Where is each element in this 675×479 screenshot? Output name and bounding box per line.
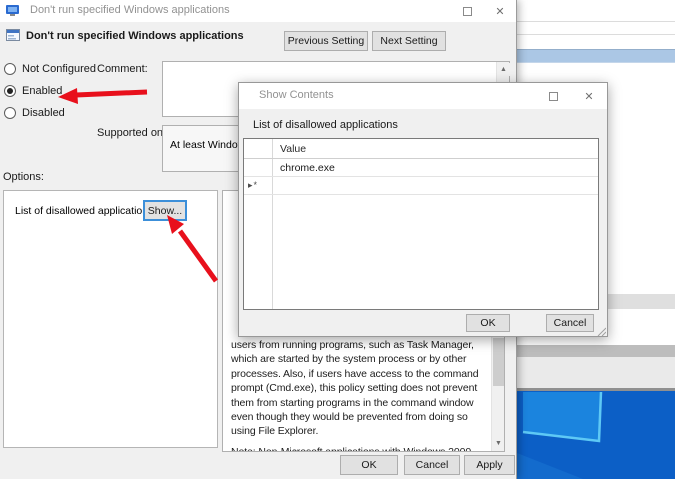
help-paragraph: users from running programs, such as Tas…	[231, 339, 479, 438]
show-contents-cancel-button[interactable]: Cancel	[546, 314, 594, 332]
show-contents-ok-button[interactable]: OK	[466, 314, 510, 332]
radio-not-configured[interactable]: Not Configured	[4, 62, 96, 75]
radio-enabled-circle[interactable]	[4, 84, 16, 97]
supported-on-label: Supported on:	[97, 127, 167, 139]
table-new-row[interactable]: ▸*	[244, 177, 598, 195]
maximize-icon[interactable]	[537, 85, 569, 107]
main-window-title: Don't run specified Windows applications	[30, 4, 230, 16]
show-contents-titlebar[interactable]: Show Contents ✕	[239, 83, 607, 109]
value-column-header[interactable]: Value	[244, 139, 306, 159]
radio-not-configured-label: Not Configured	[22, 62, 96, 75]
bg-row-divider	[517, 21, 675, 22]
disallowed-list-label: List of disallowed applications	[15, 205, 154, 217]
new-row-icon: ▸*	[248, 180, 259, 190]
show-button[interactable]: Show...	[143, 200, 187, 221]
next-setting-button[interactable]: Next Setting	[372, 31, 446, 51]
bg-highlight-band	[601, 294, 675, 309]
radio-disabled[interactable]: Disabled	[4, 106, 65, 119]
screenshot-root: ents 00 ng launched from d welcome scree…	[0, 0, 675, 479]
app-icon	[6, 5, 19, 17]
desktop-light-beam	[517, 391, 603, 479]
close-icon[interactable]: ✕	[484, 0, 516, 22]
main-titlebar[interactable]: Don't run specified Windows applications…	[0, 0, 516, 22]
show-contents-list-label: List of disallowed applications	[253, 119, 398, 131]
ok-button[interactable]: OK	[340, 455, 398, 475]
policy-setting-name: Don't run specified Windows applications	[26, 30, 244, 42]
apply-button[interactable]: Apply	[464, 455, 515, 475]
resize-grip-icon[interactable]	[596, 326, 606, 336]
options-label: Options:	[3, 171, 44, 183]
cancel-button[interactable]: Cancel	[404, 455, 460, 475]
scroll-down-icon[interactable]: ▼	[492, 437, 504, 450]
close-icon[interactable]: ✕	[573, 85, 605, 107]
previous-setting-button[interactable]: Previous Setting	[284, 31, 368, 51]
table-header-row: Value	[244, 139, 598, 159]
comment-label: Comment:	[97, 63, 148, 75]
disallowed-apps-table[interactable]: Value chrome.exe ▸*	[243, 138, 599, 310]
radio-disabled-circle[interactable]	[4, 106, 16, 119]
help-text: users from running programs, such as Tas…	[231, 338, 483, 452]
radio-disabled-label: Disabled	[22, 106, 65, 119]
policy-setting-icon	[6, 29, 20, 41]
scroll-up-icon[interactable]: ▲	[497, 63, 510, 76]
bg-window-band-light	[517, 357, 675, 388]
desktop-wallpaper	[517, 391, 675, 479]
help-paragraph-note: Note: Non-Microsoft applications with Wi…	[231, 445, 472, 452]
help-scrollbar-thumb[interactable]	[493, 338, 504, 386]
bg-row-divider	[517, 34, 675, 35]
radio-enabled[interactable]: Enabled	[4, 84, 62, 97]
radio-not-configured-circle[interactable]	[4, 62, 16, 75]
table-cell-value[interactable]: chrome.exe	[244, 159, 335, 177]
maximize-icon[interactable]	[451, 0, 483, 22]
bg-window-band-dark	[517, 345, 675, 357]
table-row[interactable]: chrome.exe	[244, 159, 598, 177]
radio-enabled-label: Enabled	[22, 84, 63, 97]
options-panel: List of disallowed applications Show...	[3, 190, 218, 448]
bg-selected-row[interactable]	[517, 49, 675, 63]
show-contents-dialog: Show Contents ✕ List of disallowed appli…	[238, 82, 608, 337]
show-contents-title: Show Contents	[259, 89, 334, 101]
